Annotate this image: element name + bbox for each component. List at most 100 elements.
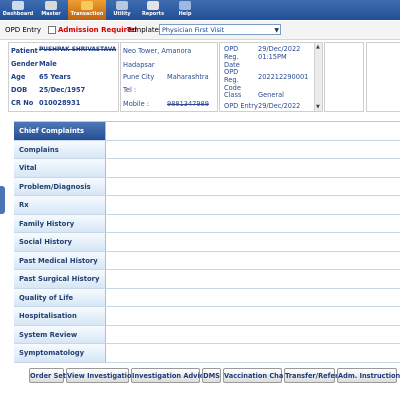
section-content-area[interactable] <box>106 233 400 251</box>
opd-reg-code-label: OPD Reg. Code <box>224 68 241 92</box>
adm-instruction-button[interactable]: Adm. Instruction <box>337 368 400 383</box>
toolbar-dashboard-label: Dashboard <box>2 11 34 17</box>
admission-required-label: Admission Required <box>58 26 137 34</box>
section-label: Past Medical History <box>14 251 106 269</box>
class-label: Class <box>224 91 242 99</box>
toolbar-transaction-button[interactable]: Transaction <box>68 0 106 20</box>
toolbar-master-label: Master <box>41 11 61 17</box>
toolbar-master-button[interactable]: Master <box>33 0 69 20</box>
address-panel: Neo Tower, Amanora Hadapsar Pune City Ma… <box>120 42 218 112</box>
patient-name-value: PUSHPAK SHRIVASTAVA <box>39 47 117 53</box>
toolbar-dashboard-button[interactable]: Dashboard <box>0 0 36 20</box>
age-label: Age <box>11 73 26 81</box>
admission-required-checkbox[interactable] <box>48 26 56 34</box>
section-content-area[interactable] <box>106 177 400 195</box>
dms-button[interactable]: DMS <box>202 368 221 383</box>
tel-label: Tel : <box>123 86 137 94</box>
toolbar-help-button[interactable]: Help <box>167 0 203 20</box>
gender-value: Male <box>39 60 57 68</box>
section-chief-complaints[interactable]: Chief Complaints <box>14 122 400 141</box>
clinical-sections-list: Chief Complaints Complains Vital Problem… <box>14 121 400 363</box>
section-content-area[interactable] <box>106 270 400 288</box>
order-set-button[interactable]: Order Set <box>29 368 66 383</box>
patient-name-label: Patient <box>11 47 38 55</box>
dob-label: DOB <box>11 86 28 94</box>
section-label: Problem/Diagnosis <box>14 177 106 195</box>
chevron-down-icon: ▼ <box>274 27 279 34</box>
section-label: Symptomatology <box>14 344 106 362</box>
dashboard-icon <box>12 1 24 10</box>
section-past-medical-history[interactable]: Past Medical History <box>14 251 400 270</box>
section-label: Social History <box>14 233 106 251</box>
top-toolbar: Dashboard Master Transaction Utility Rep… <box>0 0 400 20</box>
section-past-surgical-history[interactable]: Past Surgical History <box>14 270 400 289</box>
opd-entry-date-value: 29/Dec/2022 <box>258 102 301 110</box>
opd-reg-date-label: OPD Reg. Date <box>224 45 240 69</box>
section-vital[interactable]: Vital <box>14 159 400 178</box>
section-label: Quality of Life <box>14 288 106 306</box>
section-label: System Review <box>14 325 106 343</box>
gender-label: Gender <box>11 60 39 68</box>
section-content-area[interactable] <box>106 122 400 140</box>
section-family-history[interactable]: Family History <box>14 214 400 233</box>
opd-info-panel: OPD Reg. Date 29/Dec/2022 01:15PM OPD Re… <box>219 42 323 112</box>
address-line1: Neo Tower, Amanora <box>123 47 192 55</box>
toolbar-transaction-label: Transaction <box>70 11 104 17</box>
dob-value: 25/Dec/1957 <box>39 86 86 94</box>
section-complains[interactable]: Complains <box>14 140 400 159</box>
master-icon <box>45 1 57 10</box>
section-content-area[interactable] <box>106 288 400 306</box>
investigation-advice-button[interactable]: Investigation Advice <box>131 368 208 383</box>
help-icon <box>179 1 191 10</box>
section-label: Chief Complaints <box>14 122 106 140</box>
section-content-area[interactable] <box>106 307 400 325</box>
section-symptomatology[interactable]: Symptomatology <box>14 344 400 363</box>
address-state: Maharashtra <box>167 73 209 81</box>
scroll-up-icon: ▲ <box>316 44 320 50</box>
opd-reg-code-value: 202212290001 <box>258 73 309 81</box>
address-line2: Hadapsar <box>123 61 155 69</box>
transaction-icon <box>81 1 93 10</box>
opd-entry-date-label: OPD Entry <box>224 102 258 110</box>
section-label: Complains <box>14 140 106 158</box>
transfer-refer-button[interactable]: Transfer/Refer <box>284 368 338 383</box>
opd-reg-date-value: 29/Dec/2022 <box>258 45 301 53</box>
section-content-area[interactable] <box>106 196 400 214</box>
section-content-area[interactable] <box>106 140 400 158</box>
section-label: Hospitalisation <box>14 307 106 325</box>
crno-label: CR No <box>11 99 34 107</box>
patient-info-panel: Patient PUSHPAK SHRIVASTAVA Gender Male … <box>8 42 119 112</box>
section-social-history[interactable]: Social History <box>14 233 400 252</box>
section-quality-of-life[interactable]: Quality of Life <box>14 288 400 307</box>
section-content-area[interactable] <box>106 344 400 362</box>
photo-panel <box>324 42 364 112</box>
opd-entry-bar: OPD Entry Admission Required Template: P… <box>0 21 400 40</box>
section-label: Vital <box>14 159 106 177</box>
section-content-area[interactable] <box>106 214 400 232</box>
action-button-bar: Order Set View Investigation Investigati… <box>0 361 400 400</box>
section-rx[interactable]: Rx <box>14 196 400 215</box>
section-problem-diagnosis[interactable]: Problem/Diagnosis <box>14 177 400 196</box>
view-investigation-button[interactable]: View Investigation <box>66 368 136 383</box>
crno-value: 010028931 <box>39 99 81 107</box>
section-content-area[interactable] <box>106 159 400 177</box>
toolbar-reports-button[interactable]: Reports <box>135 0 171 20</box>
age-value: 65 Years <box>39 73 71 81</box>
template-select[interactable]: Physician First Visit ▼ <box>159 24 281 35</box>
vaccination-chart-button[interactable]: Vaccination Chart <box>223 368 290 383</box>
section-label: Past Surgical History <box>14 270 106 288</box>
toolbar-help-label: Help <box>178 11 192 17</box>
template-select-value: Physician First Visit <box>162 26 225 34</box>
section-content-area[interactable] <box>106 325 400 343</box>
toolbar-reports-label: Reports <box>141 11 165 17</box>
section-hospitalisation[interactable]: Hospitalisation <box>14 307 400 326</box>
side-panel-toggle[interactable] <box>0 186 5 214</box>
section-system-review[interactable]: System Review <box>14 325 400 344</box>
utility-icon <box>116 1 128 10</box>
opd-panel-scrollbar[interactable]: ▲ ▼ <box>314 43 322 111</box>
address-city: Pune City <box>123 73 155 81</box>
opd-reg-time-value: 01:15PM <box>258 53 287 61</box>
reports-icon <box>147 1 159 10</box>
section-content-area[interactable] <box>106 251 400 269</box>
scroll-down-icon: ▼ <box>316 104 320 110</box>
